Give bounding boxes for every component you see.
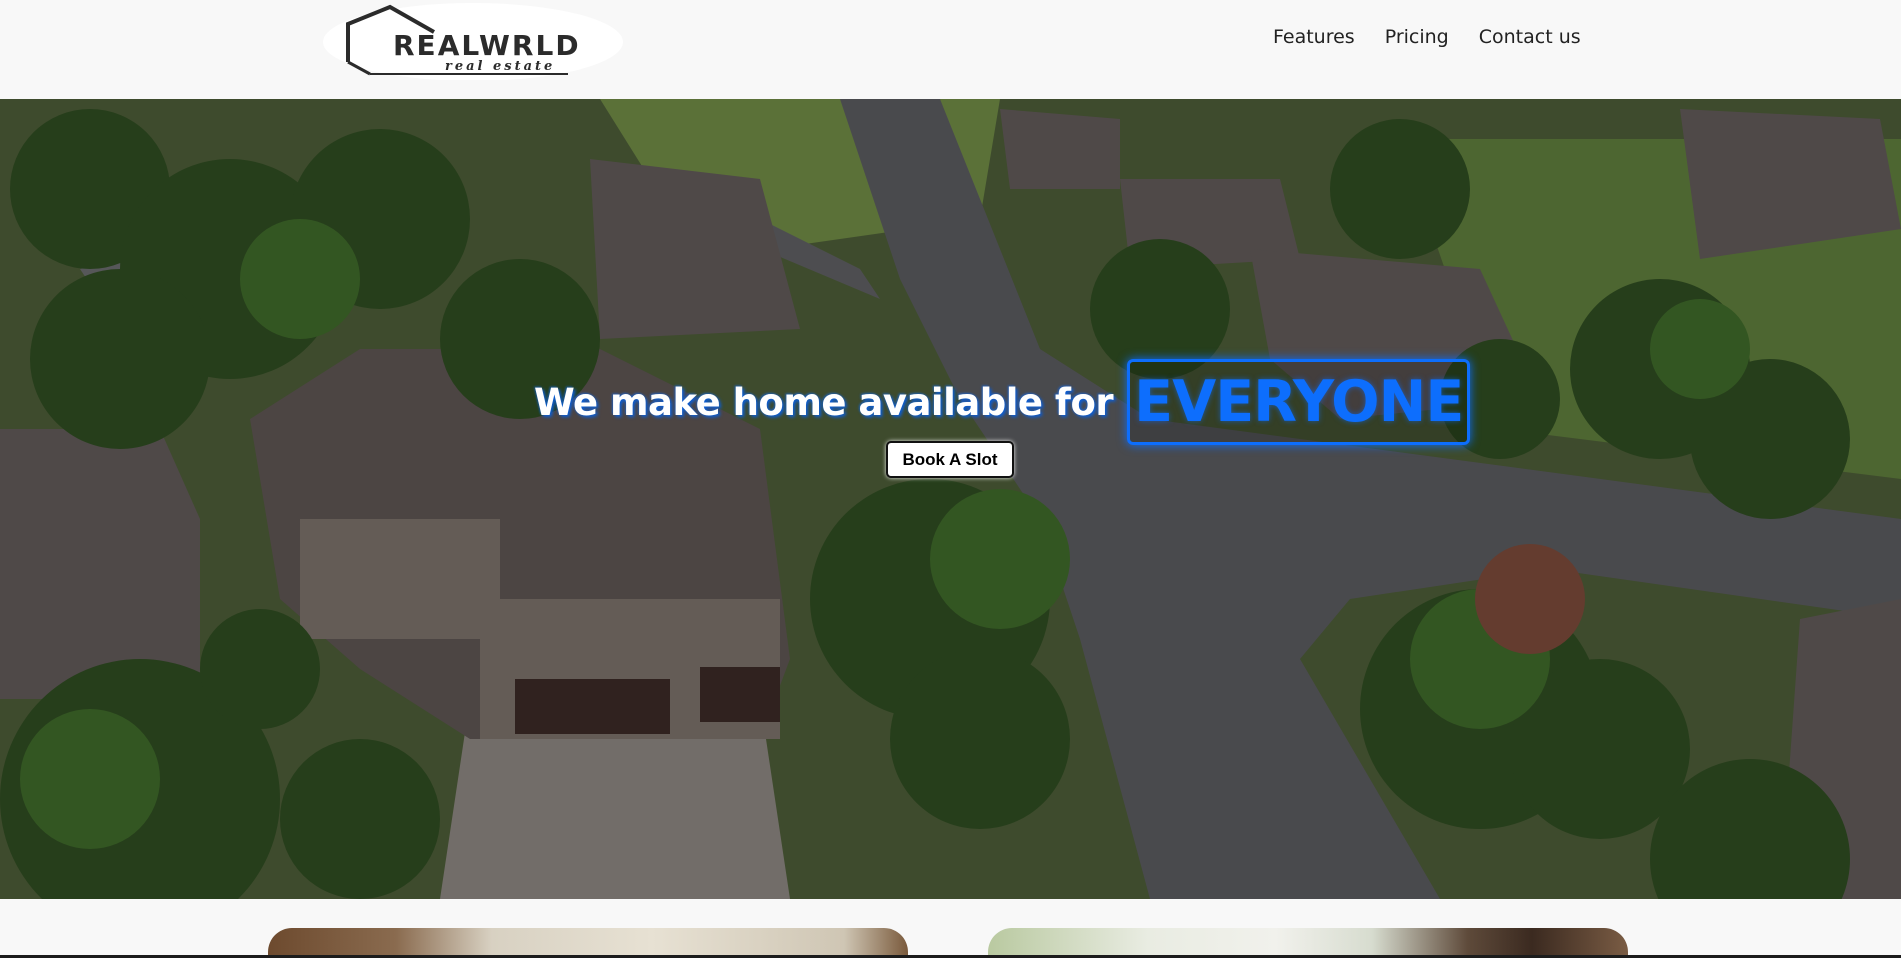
nav-link-contact[interactable]: Contact us — [1479, 26, 1581, 48]
hero-highlight-box: EVERYONE — [1127, 359, 1471, 445]
hero-section: We make home available for EVERYONE Book… — [0, 99, 1901, 899]
hero-overlay — [0, 99, 1901, 899]
hero-headline: We make home available for EVERYONE — [534, 359, 1471, 445]
hero-highlight-word: EVERYONE — [1134, 369, 1464, 435]
feature-card-image[interactable] — [988, 928, 1628, 958]
logo[interactable]: REALWRLD real estate — [323, 2, 623, 80]
feature-card-image[interactable] — [268, 928, 908, 958]
nav-link-features[interactable]: Features — [1273, 26, 1355, 48]
nav-link-pricing[interactable]: Pricing — [1385, 26, 1449, 48]
book-slot-button[interactable]: Book A Slot — [886, 441, 1014, 478]
logo-wordmark: REALWRLD — [393, 29, 581, 62]
hero-headline-text: We make home available for — [534, 380, 1114, 424]
site-header: REALWRLD real estate Features Pricing Co… — [0, 0, 1901, 99]
logo-subtitle: real estate — [445, 59, 556, 74]
main-nav: Features Pricing Contact us — [1273, 26, 1581, 48]
